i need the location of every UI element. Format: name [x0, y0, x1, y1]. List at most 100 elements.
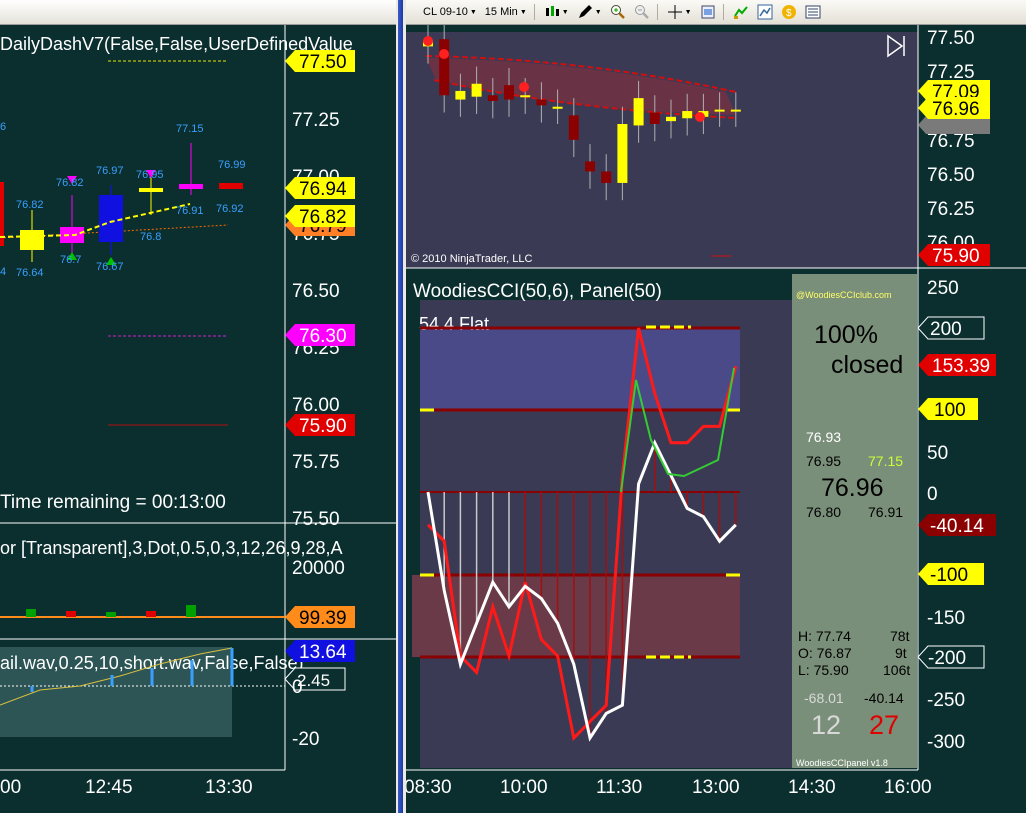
bar-label: 76.7 [60, 254, 81, 266]
bar-label: 77.15 [176, 123, 204, 135]
candle [471, 83, 482, 97]
candlestick-chart-icon [545, 6, 559, 16]
left-candle [99, 195, 123, 242]
chart-style-button[interactable]: ▼ [541, 3, 572, 21]
candle [666, 116, 676, 122]
marker-dot [423, 36, 433, 46]
draw-tool-button[interactable]: ▼ [574, 3, 605, 21]
candle [730, 109, 741, 112]
svg-text:$: $ [786, 8, 792, 19]
chevron-down-icon: ▼ [519, 8, 527, 16]
cci-tick: -250 [927, 690, 965, 711]
lower-badge-blue: 13.64 [285, 640, 355, 663]
svg-text:76.94: 76.94 [299, 179, 347, 200]
lower-tick: 0 [292, 677, 303, 698]
info-count-a: 12 [811, 710, 841, 740]
svg-text:77.50: 77.50 [299, 52, 347, 73]
time-remaining-label: Time remaining = 00:13:00 [0, 492, 226, 513]
info-pct: 100% [814, 321, 878, 349]
price-tick: 76.25 [927, 199, 975, 220]
chart-toolbar: CL 09-10 ▼ 15 Min ▼ ▼ ▼ ▼ $ [406, 0, 1026, 25]
info-o-ticks: 9t [895, 645, 907, 661]
chevron-down-icon: ▼ [469, 8, 477, 16]
svg-text:76.96: 76.96 [932, 99, 980, 120]
toolbar-separator [722, 4, 724, 20]
right-chart-window[interactable]: © 2010 NinjaTrader, LLC 77.50 77.25 76.7… [406, 0, 1026, 813]
candle [617, 124, 628, 183]
info-h-line: H: 77.74 [798, 628, 851, 644]
cci-badge-200: 200 [917, 316, 985, 340]
strategies-button[interactable] [754, 3, 776, 21]
candle [714, 109, 725, 112]
volume-badge: 99.39 [285, 606, 355, 629]
price-tick: 77.50 [927, 28, 975, 49]
bar-label: 76.97 [96, 165, 124, 177]
cci-badge-minus-100: -100 [918, 563, 984, 586]
toolbar-separator [533, 4, 535, 20]
info-close: 76.91 [868, 504, 903, 520]
volume-bar [186, 605, 196, 617]
volume-panel-title: or [Transparent],3,Dot,0.5,0,3,12,26,9,2… [0, 538, 343, 558]
zoom-in-button[interactable] [607, 3, 629, 21]
info-last: 76.96 [821, 474, 884, 502]
price-tick: 77.25 [927, 62, 975, 83]
chevron-down-icon: ▼ [684, 8, 692, 16]
candle [487, 95, 498, 101]
info-version: WoodiesCCIpanel v1.8 [796, 758, 888, 768]
price-badge-77-50: 77.50 [285, 50, 355, 73]
candle [649, 112, 660, 124]
svg-text:153.39: 153.39 [932, 356, 990, 377]
pencil-draw-icon [578, 5, 592, 18]
candle [682, 111, 693, 119]
price-badge-76-30: 76.30 [285, 324, 355, 347]
svg-text:76.30: 76.30 [299, 326, 347, 347]
left-candle [219, 183, 243, 189]
window-splitter[interactable] [396, 0, 406, 813]
candle [520, 95, 531, 98]
time-tick: 00 [0, 777, 21, 798]
volume-bar [26, 609, 36, 617]
bar-label: 76.82 [56, 177, 84, 189]
cci-panel-title: WoodiesCCI(50,6), Panel(50) [413, 281, 662, 302]
info-open: 76.80 [806, 504, 841, 520]
interval-selector[interactable]: 15 Min ▼ [482, 3, 530, 21]
volume-bar [66, 611, 76, 617]
candle [536, 99, 547, 106]
properties-button[interactable] [802, 3, 824, 21]
left-chart-window[interactable]: DailyDashV7(False,False,UserDefinedValue… [0, 0, 396, 813]
right-chart-canvas[interactable]: © 2010 NinjaTrader, LLC 77.50 77.25 76.7… [406, 0, 1026, 813]
crosshair-button[interactable]: ▼ [664, 3, 695, 21]
info-o-line: O: 76.87 [798, 645, 852, 661]
candle [601, 171, 612, 183]
alerts-button[interactable]: $ [778, 3, 800, 21]
cci-status: 54.4 Flat [419, 314, 489, 334]
candle [568, 115, 579, 140]
bar-label: 76.92 [216, 203, 244, 215]
price-tick: 75.75 [292, 452, 340, 473]
info-state: closed [831, 351, 903, 379]
indicators-button[interactable] [730, 3, 752, 21]
price-tick: 76.00 [292, 395, 340, 416]
instrument-label: CL 09-10 [423, 6, 468, 18]
svg-text:13.64: 13.64 [299, 642, 347, 663]
bar-label: 76.91 [176, 205, 204, 217]
svg-text:75.90: 75.90 [932, 246, 980, 267]
data-box-button[interactable] [697, 3, 719, 21]
left-chart-canvas[interactable]: DailyDashV7(False,False,UserDefinedValue… [0, 0, 396, 813]
info-cci-b: -40.14 [864, 690, 904, 706]
time-tick: 13:00 [692, 777, 740, 798]
volume-bar [146, 611, 156, 617]
cci-tick: -300 [927, 732, 965, 753]
price-tick: 76.50 [927, 165, 975, 186]
volume-bar [106, 612, 116, 617]
zoom-out-button[interactable] [631, 3, 653, 21]
instrument-selector[interactable]: CL 09-10 ▼ [420, 3, 480, 21]
candle [552, 106, 563, 109]
copyright-label: © 2010 NinjaTrader, LLC [411, 253, 532, 265]
bar-label: 76.99 [218, 159, 246, 171]
cci-tick: 0 [927, 484, 938, 505]
strategies-icon [757, 4, 773, 20]
left-candle [139, 188, 163, 192]
time-tick: 16:00 [884, 777, 932, 798]
price-tick: 76.75 [927, 131, 975, 152]
